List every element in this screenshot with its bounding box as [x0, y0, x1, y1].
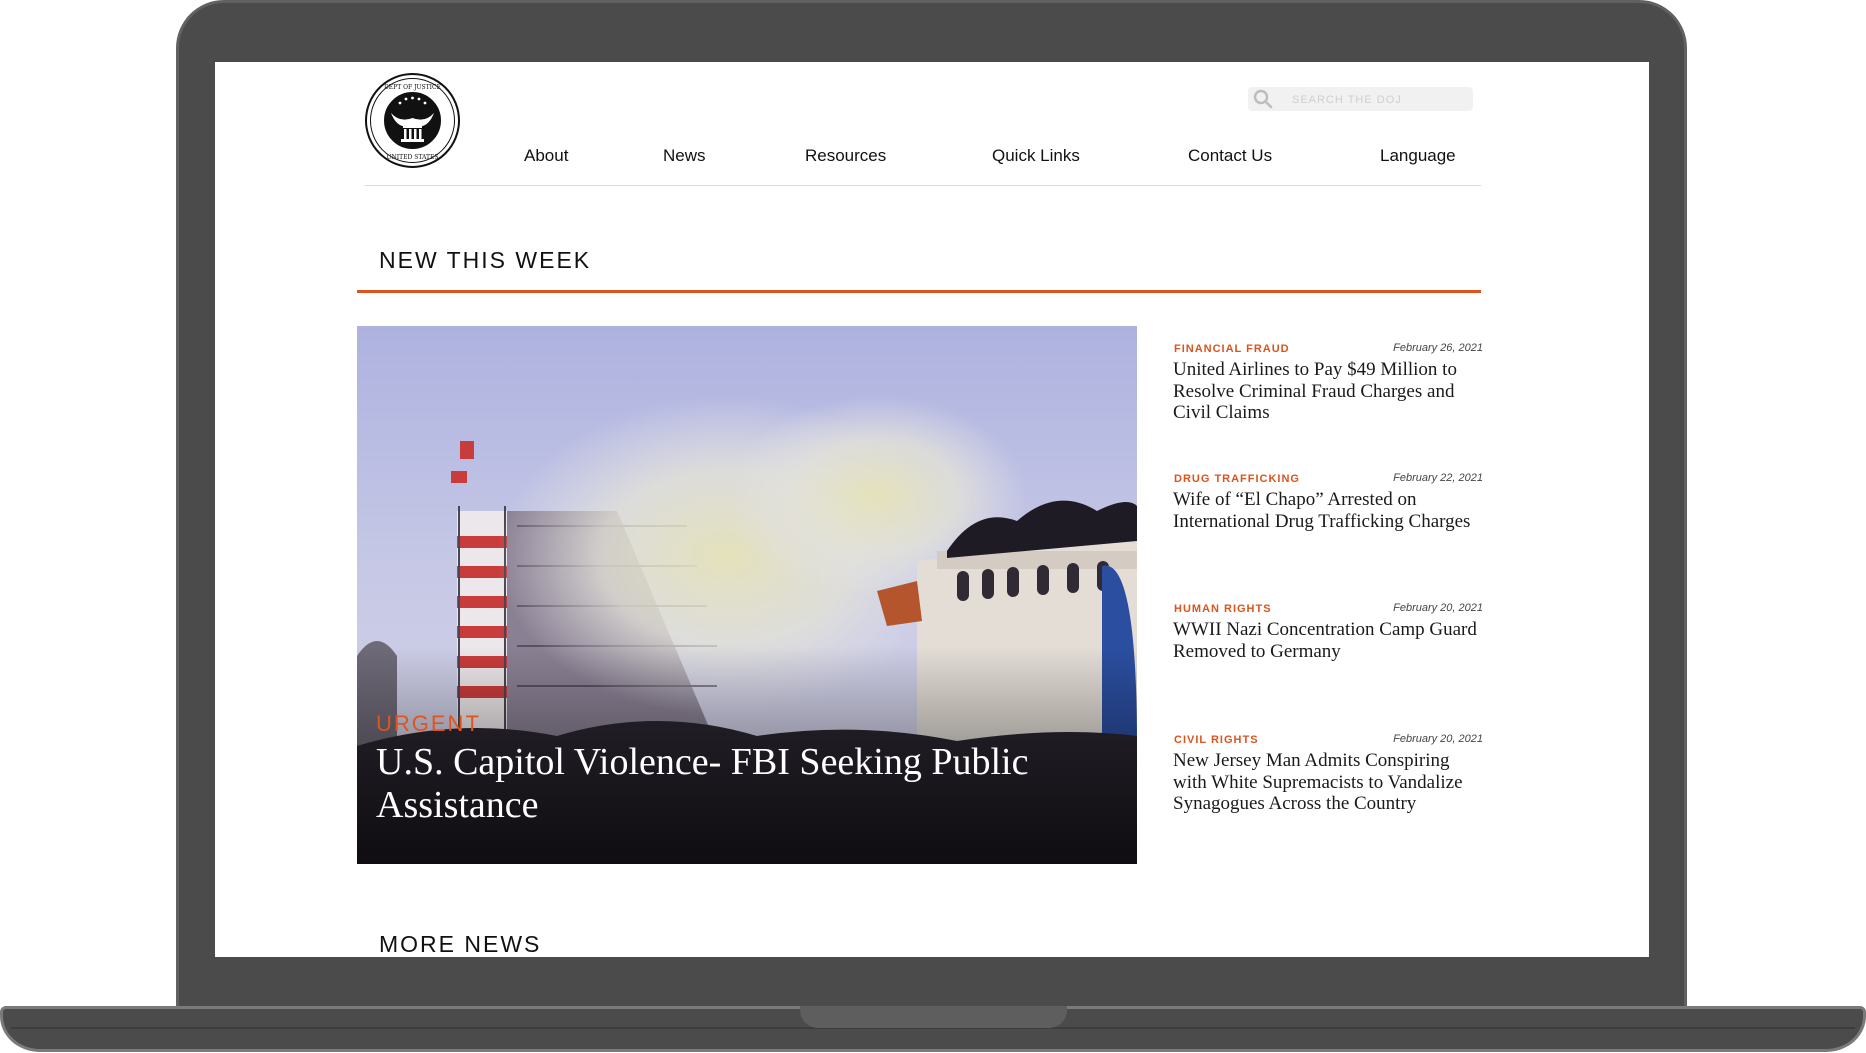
section-title-more-news: MORE NEWS: [379, 931, 542, 957]
hero-tag: URGENT: [376, 711, 481, 736]
news-date: February 22, 2021: [1393, 472, 1483, 484]
news-date: February 20, 2021: [1393, 733, 1483, 745]
news-headline[interactable]: Wife of “El Chapo” Arrested on Internati…: [1173, 489, 1483, 532]
hero-feature[interactable]: URGENT U.S. Capitol Violence- FBI Seekin…: [357, 326, 1137, 864]
section-title-new-this-week: NEW THIS WEEK: [379, 247, 592, 273]
doj-seal-logo[interactable]: DEPT OF JUSTICE UNITED STATES: [365, 73, 460, 168]
news-headline[interactable]: WWII Nazi Concentration Camp Guard Remov…: [1173, 619, 1483, 662]
header-divider: [365, 185, 1481, 186]
nav-contact-us[interactable]: Contact Us: [1188, 146, 1272, 166]
news-category[interactable]: FINANCIAL FRAUD: [1174, 343, 1290, 355]
nav-language[interactable]: Language: [1380, 146, 1456, 166]
nav-resources[interactable]: Resources: [805, 146, 886, 166]
news-category[interactable]: DRUG TRAFFICKING: [1174, 473, 1300, 485]
nav-about[interactable]: About: [524, 146, 568, 166]
search-box[interactable]: [1248, 87, 1473, 111]
news-category[interactable]: HUMAN RIGHTS: [1174, 603, 1272, 615]
svg-text:DEPT OF JUSTICE: DEPT OF JUSTICE: [384, 84, 441, 91]
laptop-notch: [800, 1006, 1067, 1028]
nav-news[interactable]: News: [663, 146, 706, 166]
section-accent-rule: [357, 290, 1481, 293]
svg-text:UNITED STATES: UNITED STATES: [386, 154, 438, 161]
news-date: February 26, 2021: [1393, 342, 1483, 354]
screen: DEPT OF JUSTICE UNITED STATES About News…: [215, 62, 1649, 957]
hero-title[interactable]: U.S. Capitol Violence- FBI Seeking Publi…: [376, 741, 1096, 827]
search-input[interactable]: [1290, 90, 1469, 110]
search-icon: [1253, 89, 1273, 109]
nav-quick-links[interactable]: Quick Links: [992, 146, 1080, 166]
news-headline[interactable]: United Airlines to Pay $49 Million to Re…: [1173, 359, 1483, 424]
news-headline[interactable]: New Jersey Man Admits Conspiring with Wh…: [1173, 750, 1483, 815]
news-date: February 20, 2021: [1393, 602, 1483, 614]
news-category[interactable]: CIVIL RIGHTS: [1174, 734, 1259, 746]
